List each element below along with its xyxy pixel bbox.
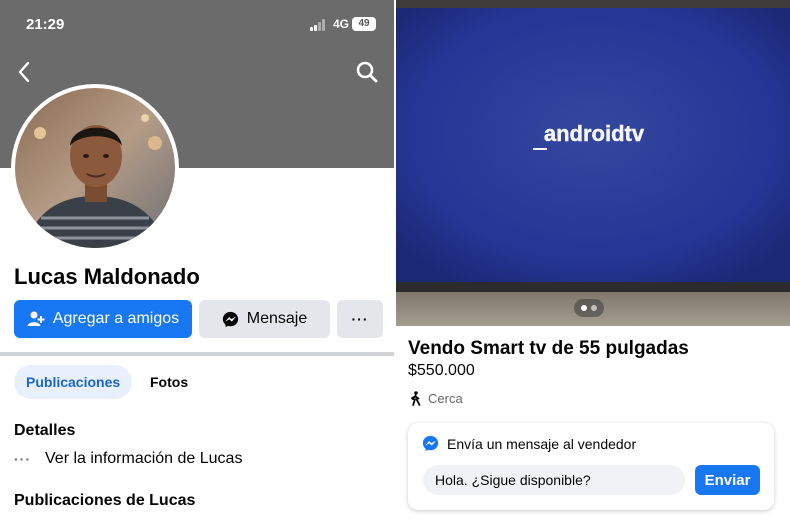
- back-button[interactable]: [14, 58, 36, 86]
- listing-location: Cerca: [408, 391, 463, 406]
- messenger-icon: [222, 311, 238, 327]
- profile-panel: 21:29 4G 49 Lucas Maldonado Agregar a am…: [0, 0, 394, 527]
- see-info-label: Ver la información de Lucas: [45, 450, 243, 467]
- profile-photo: [15, 88, 175, 248]
- message-card-header: Envía un mensaje al vendedor: [422, 435, 636, 452]
- network-type: 4G: [333, 17, 350, 31]
- status-bar: 21:29 4G 49: [0, 0, 394, 50]
- posts-heading: Publicaciones de Lucas: [14, 492, 196, 509]
- android-tv-logo: androidtv: [544, 121, 645, 146]
- listing-panel: androidtv Vendo Smart tv de 55 pulgadas …: [396, 0, 790, 527]
- message-label: Mensaje: [246, 310, 308, 327]
- see-info-link[interactable]: ··· Ver la información de Lucas: [14, 450, 242, 468]
- tab-publicaciones[interactable]: Publicaciones: [14, 365, 133, 399]
- more-icon: ···: [351, 311, 369, 327]
- signal-icon: [310, 19, 326, 31]
- search-button[interactable]: [355, 60, 379, 84]
- seller-message-input[interactable]: [423, 465, 685, 495]
- add-person-icon: [27, 311, 45, 326]
- profile-name: Lucas Maldonado: [14, 264, 200, 289]
- section-divider: [0, 352, 394, 356]
- listing-price: $550.000: [408, 362, 475, 379]
- battery-icon: 49: [352, 17, 376, 31]
- message-card-heading: Envía un mensaje al vendedor: [447, 435, 637, 452]
- search-icon: [356, 61, 378, 83]
- dots-icon: ···: [14, 451, 31, 467]
- tab-label: Fotos: [150, 374, 189, 390]
- chevron-left-icon: [18, 61, 30, 83]
- location-label: Cerca: [428, 391, 463, 406]
- walking-person-icon: [411, 391, 421, 406]
- send-button[interactable]: Enviar: [695, 465, 760, 495]
- seller-message-card: Envía un mensaje al vendedor Enviar: [408, 423, 774, 510]
- add-friend-button[interactable]: Agregar a amigos: [14, 300, 192, 338]
- details-heading: Detalles: [14, 422, 76, 439]
- status-time: 21:29: [26, 16, 65, 33]
- tab-label: Publicaciones: [26, 374, 121, 390]
- add-friend-label: Agregar a amigos: [52, 310, 180, 327]
- listing-photo[interactable]: androidtv: [396, 0, 790, 326]
- tv-image: androidtv: [396, 0, 790, 326]
- more-options-button[interactable]: ···: [337, 300, 383, 338]
- tab-fotos[interactable]: Fotos: [138, 365, 200, 399]
- message-button[interactable]: Mensaje: [199, 300, 330, 338]
- listing-title: Vendo Smart tv de 55 pulgadas: [408, 338, 689, 359]
- carousel-dots-icon[interactable]: [574, 299, 604, 317]
- messenger-icon: [422, 435, 439, 452]
- avatar[interactable]: [11, 84, 179, 252]
